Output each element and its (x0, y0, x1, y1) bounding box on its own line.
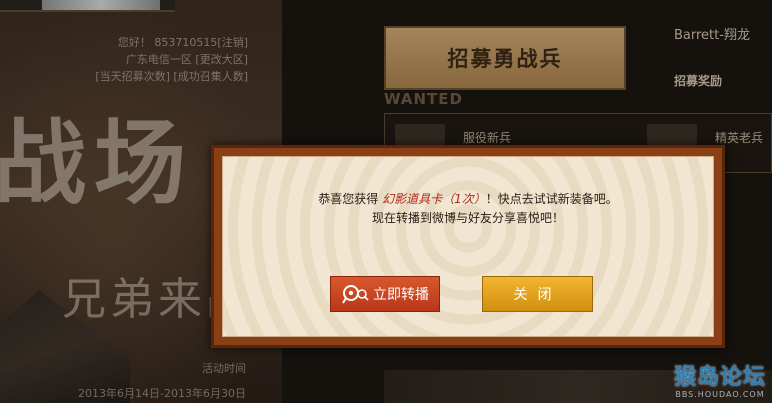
message-suffix: ！快点去试试新装备吧。 (485, 192, 618, 206)
dialog-body: 恭喜您获得 幻影道具卡（1次）！快点去试试新装备吧。 现在转播到微博与好友分享喜… (222, 156, 714, 337)
close-button[interactable]: 关闭 (482, 276, 593, 312)
item-name: 幻影道具卡（1次） (382, 192, 486, 206)
message-line2: 现在转播到微博与好友分享喜悦吧！ (371, 211, 564, 225)
dialog-message: 恭喜您获得 幻影道具卡（1次）！快点去试试新装备吧。 现在转播到微博与好友分享喜… (223, 190, 713, 228)
message-prefix: 恭喜您获得 (318, 192, 379, 206)
share-button[interactable]: 立即转播 (330, 276, 440, 312)
share-label: 立即转播 (373, 287, 429, 303)
share-icon (341, 282, 369, 306)
reward-dialog: 恭喜您获得 幻影道具卡（1次）！快点去试试新装备吧。 现在转播到微博与好友分享喜… (211, 145, 725, 348)
